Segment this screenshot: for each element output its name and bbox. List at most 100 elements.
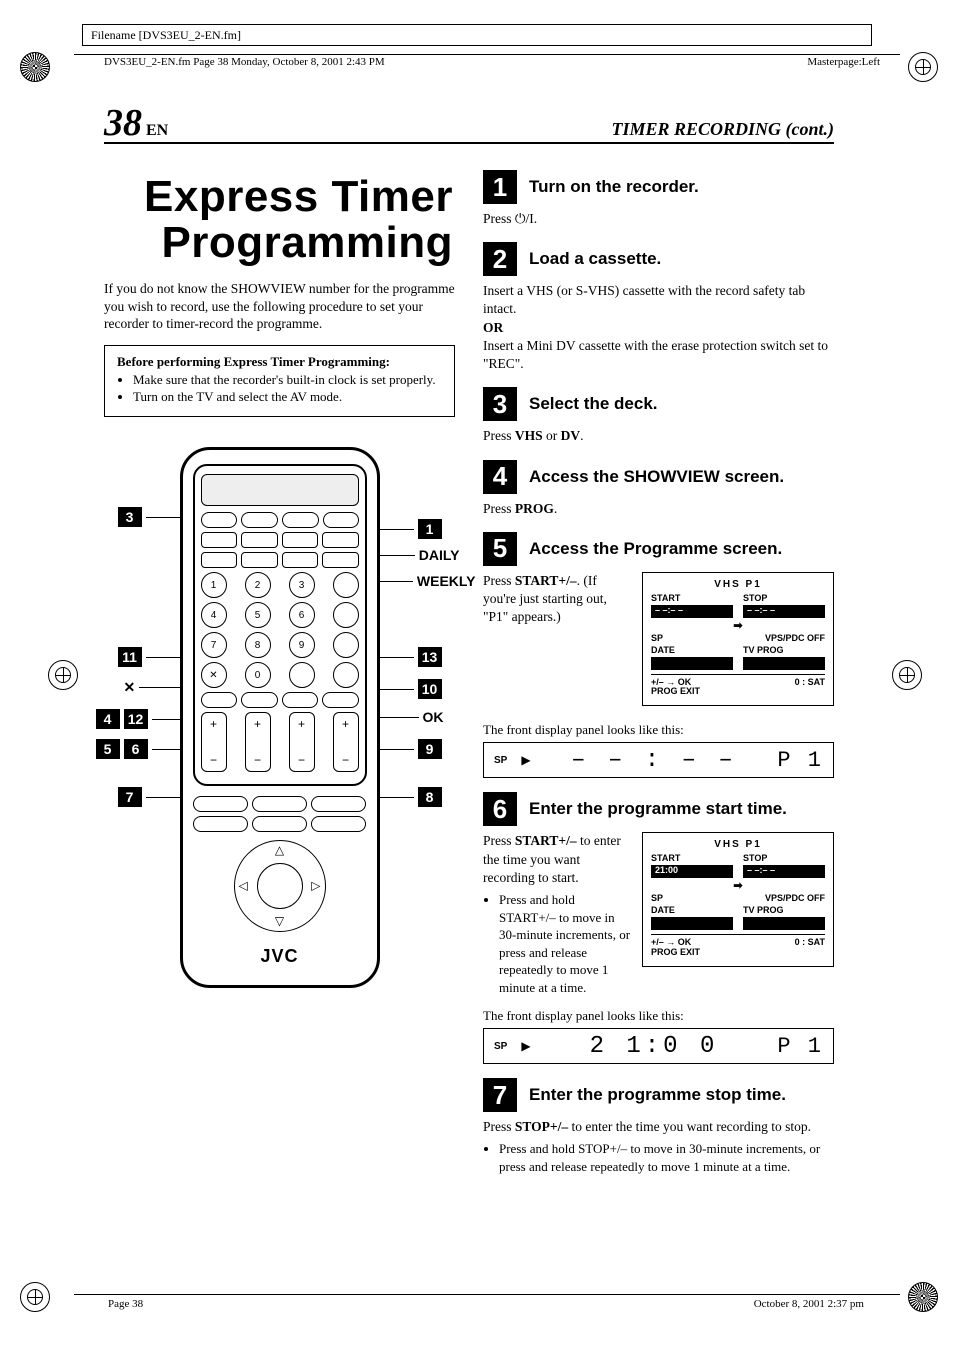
osd-panel: VHS P1 START– –:– – STOP– –:– – ➡ SP VPS…	[642, 572, 834, 707]
remote-digit-3: 3	[289, 572, 315, 598]
callout-daily: DAILY	[379, 547, 460, 563]
callout-3: 3	[118, 507, 186, 527]
remote-button	[241, 552, 278, 568]
remote-button	[252, 816, 307, 832]
remote-plus-minus: +−	[333, 712, 359, 772]
lcd-program: P 1	[777, 748, 823, 773]
play-icon: ▶	[521, 1039, 530, 1053]
step-num: 4	[483, 460, 517, 494]
down-icon: ▽	[275, 914, 284, 929]
remote-digit-0: 0	[245, 662, 271, 688]
remote-dpad: △ ▽ ◁ ▷	[234, 840, 326, 932]
remote-button	[201, 692, 238, 708]
step-6: 6 Enter the programme start time.	[483, 792, 834, 826]
remote-digit-9: 9	[289, 632, 315, 658]
remote-digit-2: 2	[245, 572, 271, 598]
remote-button	[193, 816, 248, 832]
step-3: 3 Select the deck.	[483, 387, 834, 421]
registration-starburst	[20, 52, 50, 82]
remote-button	[322, 692, 359, 708]
remote-button	[282, 692, 319, 708]
remote-button	[322, 552, 359, 568]
step-num: 3	[483, 387, 517, 421]
step-2: 2 Load a cassette.	[483, 242, 834, 276]
footer-right: October 8, 2001 2:37 pm	[754, 1298, 864, 1310]
footer-left: Page 38	[108, 1298, 143, 1310]
two-columns: Express Timer Programming If you do not …	[104, 156, 834, 1178]
before-list: Make sure that the recorder's built-in c…	[117, 372, 442, 405]
remote-plus-minus: +−	[201, 712, 227, 772]
bullet-item: Press and hold STOP+/– to move in 30-min…	[499, 1140, 834, 1175]
page-header: 38EN TIMER RECORDING (cont.)	[104, 108, 834, 144]
callout-weekly: WEEKLY	[377, 573, 476, 589]
remote-button	[193, 796, 248, 812]
front-caption: The front display panel looks like this:	[483, 722, 834, 738]
frame-bottom-line	[74, 1294, 900, 1295]
step-1: 1 Turn on the recorder.	[483, 170, 834, 204]
osd-top: VHS P1	[651, 839, 825, 850]
filename-label: Filename [DVS3EU_2-EN.fm]	[91, 28, 241, 43]
before-box: Before performing Express Timer Programm…	[104, 345, 455, 417]
before-item: Make sure that the recorder's built-in c…	[133, 372, 442, 388]
callout-1: 1	[374, 519, 442, 539]
remote-button	[333, 632, 359, 658]
before-item: Turn on the TV and select the AV mode.	[133, 389, 442, 405]
step-title: Access the SHOWVIEW screen.	[529, 467, 784, 487]
remote-ir-window	[201, 474, 359, 506]
step-num: 6	[483, 792, 517, 826]
step-body: Press VHS or DV.	[483, 427, 834, 445]
remote-button	[333, 602, 359, 628]
callout-x: ✕	[124, 679, 186, 696]
step-num: 5	[483, 532, 517, 566]
remote-button	[311, 796, 366, 812]
intro-text: If you do not know the SHOWVIEW number f…	[104, 280, 455, 333]
page: Filename [DVS3EU_2-EN.fm] DVS3EU_2-EN.fm…	[0, 0, 954, 1351]
step-num: 1	[483, 170, 517, 204]
remote-button	[333, 662, 359, 688]
step-body: Press PROG.	[483, 500, 834, 518]
step-title: Turn on the recorder.	[529, 177, 699, 197]
lcd-panel: SP ▶ – – : – – P 1	[483, 742, 834, 778]
step-body: Press ⏻/I.	[483, 210, 834, 228]
filename-box: Filename [DVS3EU_2-EN.fm]	[82, 24, 872, 46]
remote-brand: JVC	[193, 946, 367, 967]
step-title: Select the deck.	[529, 394, 658, 414]
osd-panel: VHS P1 START21:00 STOP– –:– – ➡ SP VPS/P…	[642, 832, 834, 967]
remote-x: ✕	[201, 662, 227, 688]
step-num: 7	[483, 1078, 517, 1112]
right-column: 1 Turn on the recorder. Press ⏻/I. 2 Loa…	[483, 156, 834, 1178]
callout-10: 10	[374, 679, 442, 699]
remote-panel: 123 456 789 ✕0 +− +− +− +−	[193, 464, 367, 786]
remote-plus-minus: +−	[245, 712, 271, 772]
lcd-digits: – – : – –	[545, 747, 764, 774]
lcd-digits: 2 1:0 0	[545, 1033, 764, 1060]
remote-button	[201, 552, 238, 568]
remote-button	[252, 796, 307, 812]
registration-mark	[908, 52, 938, 82]
arrow-icon: ➡	[651, 620, 825, 632]
remote-button	[201, 512, 238, 528]
registration-mark	[48, 660, 78, 690]
right-icon: ▷	[311, 879, 320, 894]
step-title: Access the Programme screen.	[529, 539, 782, 559]
step-body: Insert a VHS (or S-VHS) cassette with th…	[483, 282, 834, 373]
left-icon: ◁	[239, 879, 248, 894]
remote-button	[282, 532, 319, 548]
remote-button	[201, 532, 238, 548]
remote-button	[241, 512, 278, 528]
remote-digit-4: 4	[201, 602, 227, 628]
frame-meta-left: DVS3EU_2-EN.fm Page 38 Monday, October 8…	[104, 56, 385, 68]
registration-mark	[20, 1282, 50, 1312]
lcd-sp: SP	[494, 755, 507, 766]
callout-11: 11	[118, 647, 186, 667]
remote-button	[323, 512, 359, 528]
page-number: 38EN	[104, 108, 168, 140]
bullet-list: Press and hold STOP+/– to move in 30-min…	[483, 1140, 834, 1175]
remote-button	[282, 552, 319, 568]
lcd-panel: SP ▶ 2 1:0 0 P 1	[483, 1028, 834, 1064]
step-body: Press STOP+/– to enter the time you want…	[483, 1118, 834, 1175]
remote-diagram: 3 11 ✕ 124 65 7 1 DAILY WEEKLY 13 10 OK …	[130, 447, 430, 988]
content-area: 38EN TIMER RECORDING (cont.) Express Tim…	[104, 108, 834, 1178]
or-label: OR	[483, 320, 503, 335]
title-line2: Programming	[161, 218, 453, 267]
